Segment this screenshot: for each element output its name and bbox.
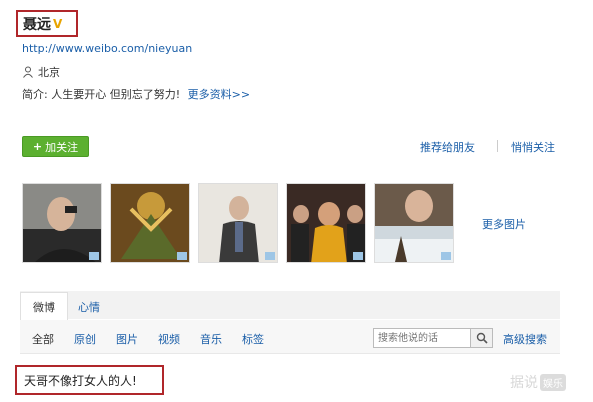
search-input[interactable] [373,328,471,348]
profile-url-link[interactable]: http://www.weibo.com/nieyuan [22,42,192,55]
search-button[interactable] [471,328,493,348]
search-icon [476,332,488,344]
follow-label: 加关注 [45,140,79,154]
tab-mood[interactable]: 心情 [78,299,100,315]
more-info-link[interactable]: 更多资料>> [188,88,250,101]
filter-tags[interactable]: 标签 [242,331,264,347]
post-text: 天哥不像打女人的人! [24,373,137,388]
intro-text: 人生要开心 但别忘了努力! [51,88,181,101]
person-icon [23,66,33,78]
tab-label: 微博 [33,300,55,314]
location-row: 北京 [22,64,60,80]
filter-all[interactable]: 全部 [32,331,54,347]
photo-thumbnail[interactable] [198,183,278,263]
quiet-follow-link[interactable]: 悄悄关注 [511,139,555,155]
photo-thumbnail[interactable] [374,183,454,263]
photo-thumbnail[interactable] [22,183,102,263]
follow-button[interactable]: + 加关注 [22,136,89,157]
advanced-search-link[interactable]: 高级搜索 [503,331,547,347]
photo-thumbnail[interactable] [110,183,190,263]
watermark-text: 据说 [510,375,538,391]
action-divider [497,140,498,152]
tab-bar [20,291,560,319]
filter-videos[interactable]: 视频 [158,331,180,347]
verified-icon: V [53,16,63,31]
filter-original[interactable]: 原创 [74,331,96,347]
filter-images[interactable]: 图片 [116,331,138,347]
intro-row: 简介: 人生要开心 但别忘了努力! 更多资料>> [22,86,250,102]
post-highlight: 天哥不像打女人的人! [15,365,164,395]
intro-label: 简介: [22,88,48,101]
filter-music[interactable]: 音乐 [200,331,222,347]
profile-name-highlight: 聂远 V [16,10,78,37]
more-photos-link[interactable]: 更多图片 [482,216,526,232]
tab-weibo[interactable]: 微博 [20,292,68,320]
photo-thumbnail[interactable] [286,183,366,263]
location-text: 北京 [38,66,60,79]
plus-icon: + [32,140,43,153]
watermark: 据说 娱乐 [510,372,566,392]
recommend-to-friend-link[interactable]: 推荐给朋友 [420,139,475,155]
profile-name: 聂远 [23,16,51,33]
watermark-badge: 娱乐 [540,373,566,391]
